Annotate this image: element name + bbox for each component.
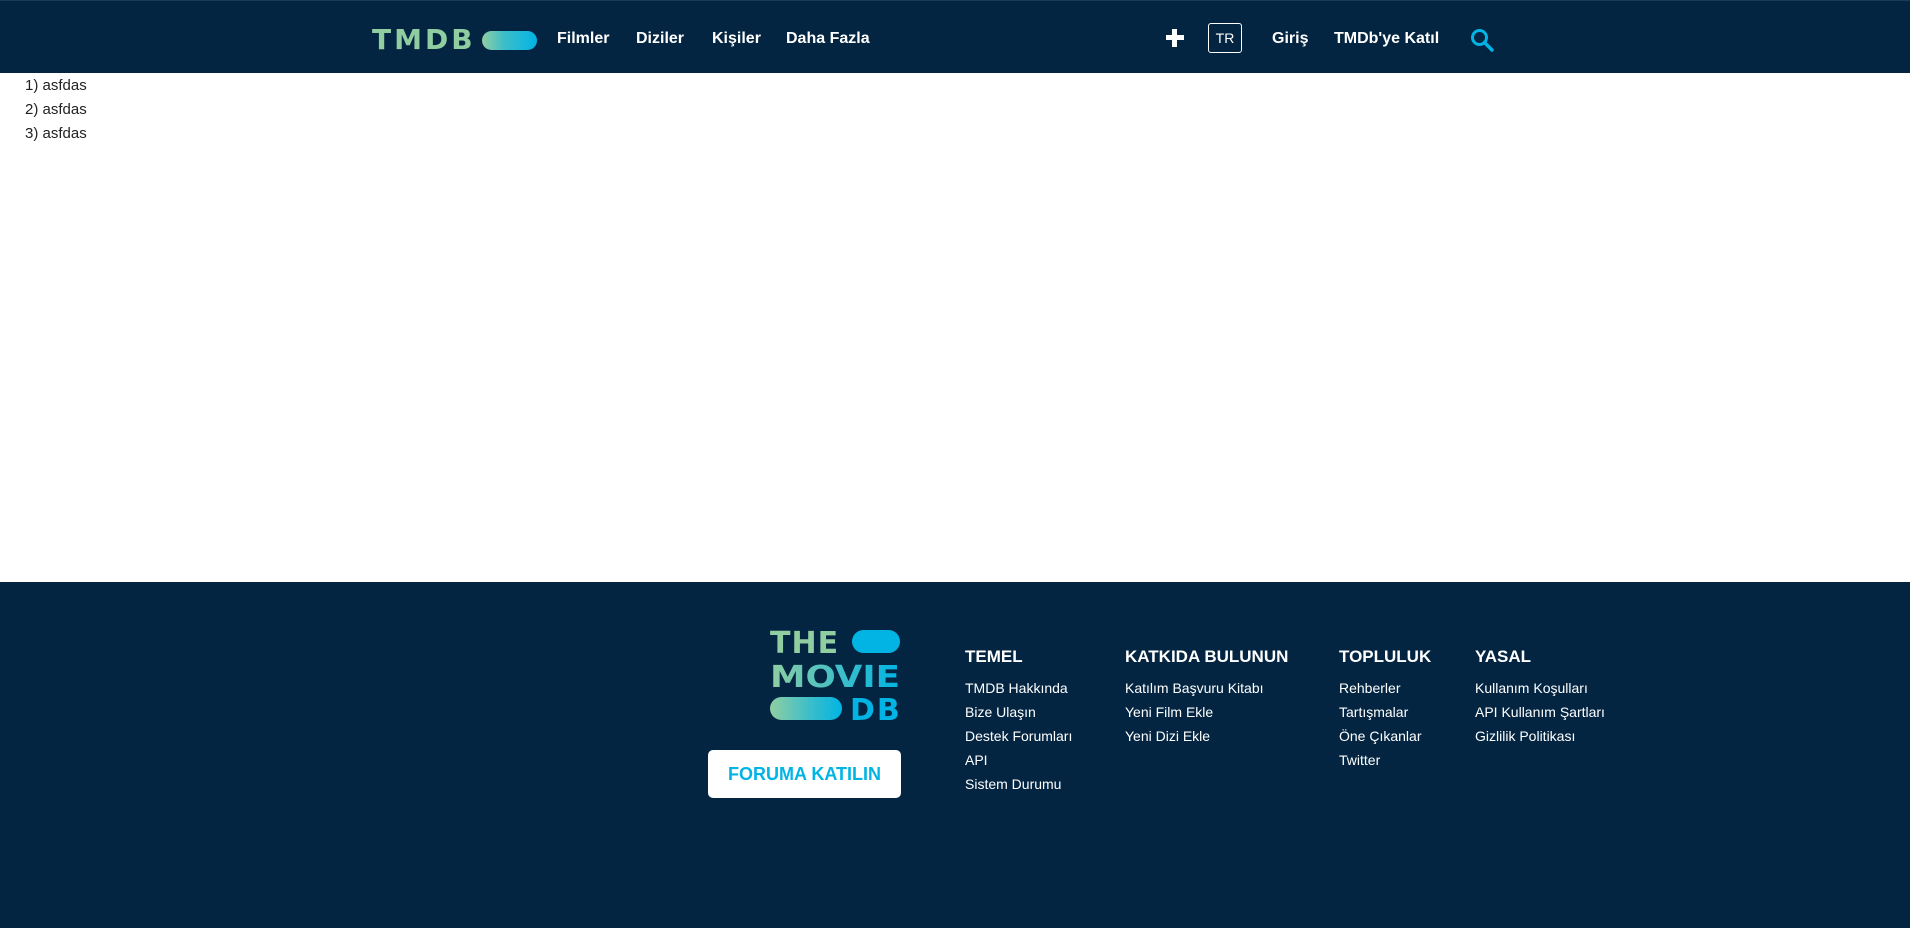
footer-column-title: TOPLULUK <box>1339 647 1432 666</box>
footer: THE MOVIE DB FORUMA KATILIN TEMEL TMDB H… <box>0 582 1910 928</box>
footer-link[interactable]: Gizlilik Politikası <box>1475 724 1605 748</box>
join-forum-button[interactable]: FORUMA KATILIN <box>708 750 901 798</box>
tmdb-logo[interactable]: TMDB <box>372 25 537 55</box>
footer-link[interactable]: Katılım Başvuru Kitabı <box>1125 676 1288 700</box>
footer-link[interactable]: Destek Forumları <box>965 724 1072 748</box>
search-icon[interactable] <box>1470 28 1494 52</box>
logo-pill-icon <box>770 697 842 720</box>
footer-link[interactable]: API <box>965 748 1072 772</box>
footer-link[interactable]: Sistem Durumu <box>965 772 1072 796</box>
nav-movies[interactable]: Filmler <box>557 29 609 49</box>
plus-icon[interactable] <box>1164 27 1186 49</box>
footer-link[interactable]: Yeni Film Ekle <box>1125 700 1288 724</box>
footer-column-title: TEMEL <box>965 647 1023 666</box>
footer-column-contribute: KATKIDA BULUNUN Katılım Başvuru Kitabı Y… <box>1125 648 1288 748</box>
footer-link[interactable]: Tartışmalar <box>1339 700 1431 724</box>
join-link[interactable]: TMDb'ye Katıl <box>1334 29 1439 49</box>
footer-link[interactable]: Twitter <box>1339 748 1431 772</box>
login-link[interactable]: Giriş <box>1272 29 1308 49</box>
list-item: 1) asfdas <box>25 77 87 94</box>
footer-column-legal: YASAL Kullanım Koşulları API Kullanım Şa… <box>1475 648 1605 748</box>
footer-link[interactable]: API Kullanım Şartları <box>1475 700 1605 724</box>
footer-link[interactable]: Öne Çıkanlar <box>1339 724 1431 748</box>
footer-column-community: TOPLULUK Rehberler Tartışmalar Öne Çıkan… <box>1339 648 1431 772</box>
language-button[interactable]: TR <box>1208 23 1242 53</box>
logo-text: TMDB <box>372 23 476 56</box>
footer-link[interactable]: Rehberler <box>1339 676 1431 700</box>
footer-link[interactable]: Bize Ulaşın <box>965 700 1072 724</box>
footer-logo[interactable]: THE MOVIE DB <box>770 626 902 724</box>
footer-link[interactable]: TMDB Hakkında <box>965 676 1072 700</box>
nav-people[interactable]: Kişiler <box>712 29 761 49</box>
top-navbar: TMDB Filmler Diziler Kişiler Daha Fazla … <box>0 0 1910 73</box>
footer-column-title: KATKIDA BULUNUN <box>1125 647 1289 666</box>
main-content: 1) asfdas 2) asfdas 3) asfdas <box>25 76 87 148</box>
logo-pill-icon <box>852 630 900 653</box>
logo-line-the: THE <box>770 626 839 661</box>
footer-column-basics: TEMEL TMDB Hakkında Bize Ulaşın Destek F… <box>965 648 1072 796</box>
nav-more[interactable]: Daha Fazla <box>786 29 870 49</box>
logo-line-db: DB <box>850 693 902 724</box>
list-item: 3) asfdas <box>25 125 87 142</box>
logo-pill-icon <box>481 30 537 50</box>
footer-link[interactable]: Yeni Dizi Ekle <box>1125 724 1288 748</box>
footer-column-title: YASAL <box>1475 647 1532 666</box>
list-item: 2) asfdas <box>25 101 87 118</box>
logo-line-movie: MOVIE <box>770 660 900 695</box>
nav-tv-shows[interactable]: Diziler <box>636 29 684 49</box>
footer-link[interactable]: Kullanım Koşulları <box>1475 676 1605 700</box>
